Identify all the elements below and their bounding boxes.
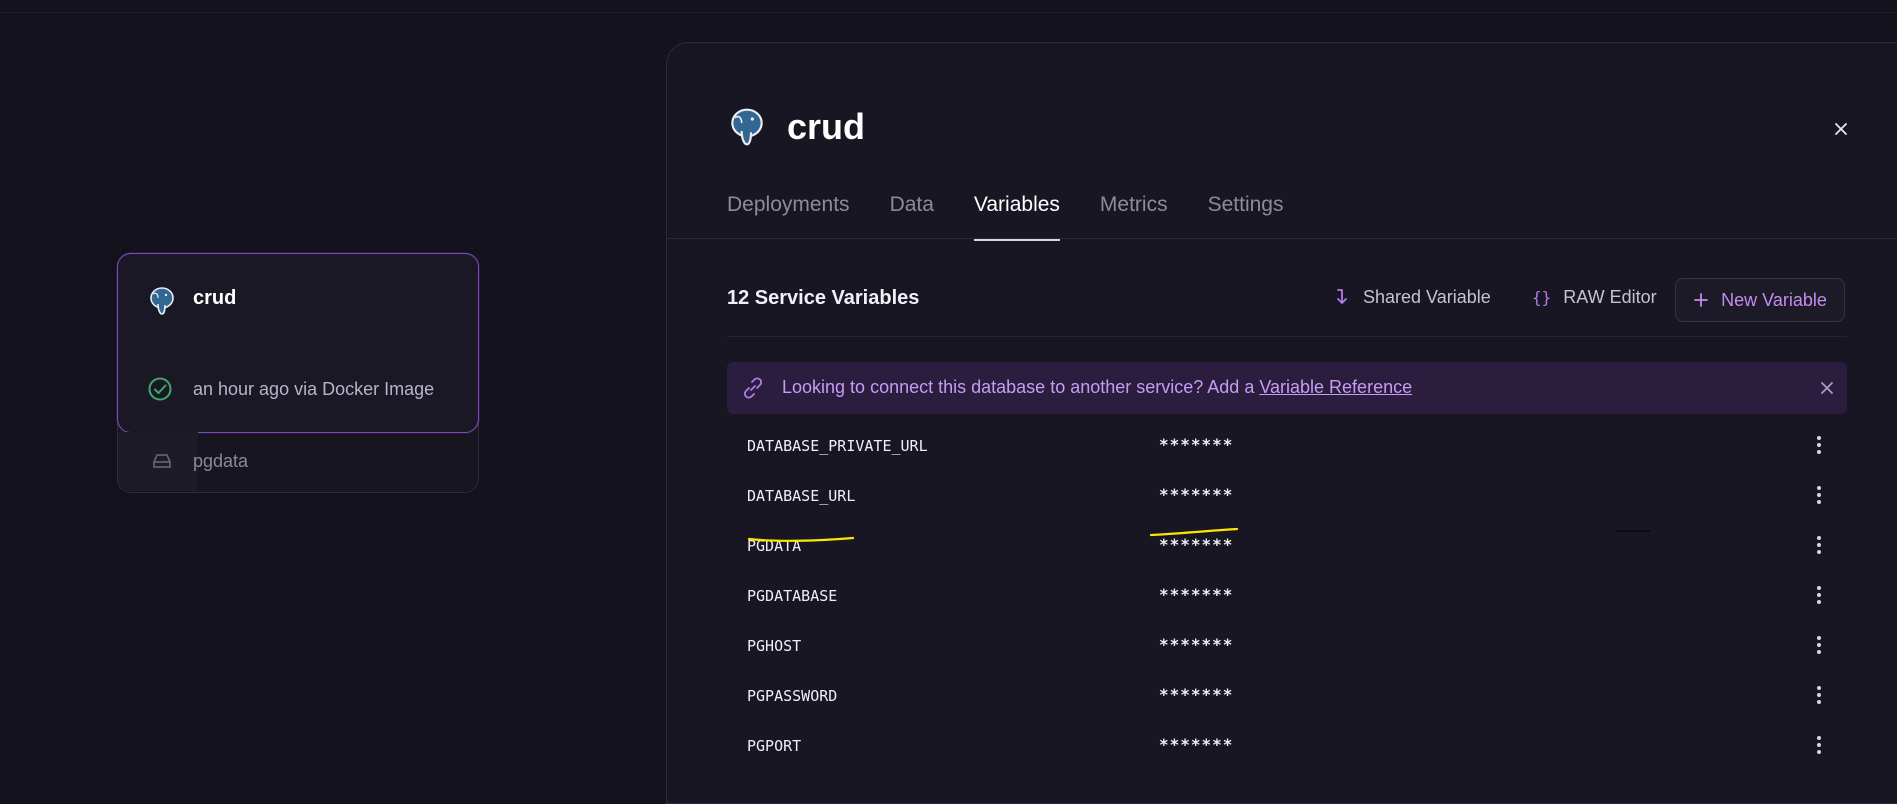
variable-row[interactable]: PGPORT ******* <box>727 721 1847 771</box>
variable-value[interactable]: ******* <box>1159 435 1233 454</box>
more-vertical-icon[interactable] <box>1809 433 1829 457</box>
close-panel-button[interactable] <box>1827 115 1855 143</box>
more-vertical-icon[interactable] <box>1809 533 1829 557</box>
more-vertical-icon[interactable] <box>1809 733 1829 757</box>
variable-value[interactable]: ******* <box>1159 685 1233 704</box>
variable-reference-link[interactable]: Variable Reference <box>1259 377 1412 397</box>
shared-variable-label: Shared Variable <box>1363 286 1491 307</box>
more-vertical-icon[interactable] <box>1809 583 1829 607</box>
tab-variables[interactable]: Variables <box>973 193 1060 241</box>
variable-name: PGDATABASE <box>747 587 838 605</box>
tab-deployments[interactable]: Deployments <box>727 193 850 241</box>
more-vertical-icon[interactable] <box>1809 633 1829 657</box>
banner-message: Looking to connect this database to anot… <box>782 377 1412 398</box>
panel-title: crud <box>787 106 866 147</box>
service-details-panel: crud Deployments Data Variables Metrics … <box>666 42 1897 804</box>
tab-metrics[interactable]: Metrics <box>1100 193 1168 241</box>
link-icon <box>743 377 763 399</box>
variable-name: PGHOST <box>747 637 802 655</box>
variable-value[interactable]: ******* <box>1159 735 1233 754</box>
variables-count-title: 12 Service Variables <box>727 287 920 309</box>
variable-name: DATABASE_PRIVATE_URL <box>747 437 928 455</box>
variable-row[interactable]: PGDATA ******* <box>727 521 1847 571</box>
success-check-icon <box>148 377 172 401</box>
canvas-top-divider <box>0 12 1897 13</box>
service-card[interactable]: crud an hour ago via Docker Image pgdata <box>117 253 479 493</box>
arrow-turn-down-icon <box>1337 289 1347 304</box>
tabs-divider <box>667 238 1897 239</box>
panel-tabs: Deployments Data Variables Metrics Setti… <box>727 193 1323 241</box>
close-icon <box>1835 123 1847 135</box>
plus-icon <box>1694 293 1709 307</box>
variables-list: DATABASE_PRIVATE_URL ******* DATABASE_UR… <box>727 421 1847 771</box>
variable-row[interactable]: PGHOST ******* <box>727 621 1847 671</box>
banner-text: Looking to connect this database to anot… <box>782 377 1255 397</box>
service-card-main[interactable]: crud an hour ago via Docker Image <box>117 253 479 433</box>
toolbar-divider <box>727 336 1847 337</box>
more-vertical-icon[interactable] <box>1809 683 1829 707</box>
braces-icon: {} <box>1532 287 1552 307</box>
variable-row[interactable]: DATABASE_PRIVATE_URL ******* <box>727 421 1847 471</box>
tab-data[interactable]: Data <box>890 193 934 241</box>
close-banner-icon[interactable] <box>1817 378 1837 398</box>
new-variable-label: New Variable <box>1721 289 1827 310</box>
highlight-underline-value <box>1149 527 1239 537</box>
postgres-logo-icon <box>731 108 763 146</box>
raw-editor-label: RAW Editor <box>1563 286 1657 307</box>
stray-mark <box>1616 530 1650 532</box>
volume-icon-area <box>118 432 198 491</box>
volume-disk-icon <box>153 454 171 468</box>
raw-editor-button[interactable]: {} RAW Editor <box>1532 276 1657 318</box>
variable-reference-banner: Looking to connect this database to anot… <box>727 362 1847 414</box>
new-variable-button[interactable]: New Variable <box>1675 278 1845 322</box>
shared-variable-button[interactable]: Shared Variable <box>1335 276 1491 318</box>
variable-value[interactable]: ******* <box>1159 635 1233 654</box>
variable-row[interactable]: PGPASSWORD ******* <box>727 671 1847 721</box>
variable-row[interactable]: PGDATABASE ******* <box>727 571 1847 621</box>
volume-label: pgdata <box>193 451 249 471</box>
highlight-underline-name <box>747 536 855 542</box>
variable-value[interactable]: ******* <box>1159 485 1233 504</box>
more-vertical-icon[interactable] <box>1809 483 1829 507</box>
tab-settings[interactable]: Settings <box>1208 193 1284 241</box>
variable-value[interactable]: ******* <box>1159 585 1233 604</box>
service-card-title: crud <box>193 287 237 309</box>
deployment-status-text: an hour ago via Docker Image <box>193 379 435 399</box>
variable-row[interactable]: DATABASE_URL ******* <box>727 471 1847 521</box>
variable-name: DATABASE_URL <box>747 487 856 505</box>
variable-name: PGPASSWORD <box>747 687 838 705</box>
postgres-logo-icon <box>150 287 174 315</box>
variable-name: PGPORT <box>747 737 802 755</box>
